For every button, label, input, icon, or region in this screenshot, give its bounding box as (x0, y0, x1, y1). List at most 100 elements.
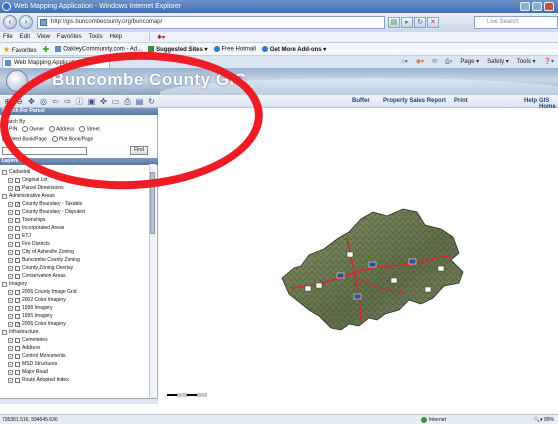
layer-item[interactable]: +1998 Imagery (2, 304, 148, 312)
expand-toggle-icon[interactable]: + (8, 185, 13, 191)
favorite-link-hotmail[interactable]: Free Hotmail (213, 45, 256, 52)
layer-item[interactable]: + Buncombe County Zoning (2, 256, 148, 264)
zoom-in-icon[interactable]: ⊕ (3, 97, 12, 106)
layer-item[interactable]: + County Boundary - Disputed (2, 208, 148, 216)
layer-checkbox[interactable] (15, 257, 20, 263)
mail-icon[interactable]: ✉ (432, 57, 437, 67)
layer-item[interactable]: +2002 Color Imagery (2, 296, 148, 304)
layer-checkbox[interactable]: ✓ (15, 321, 20, 327)
favorites-button[interactable]: ★ Favorites (3, 45, 37, 54)
expand-toggle-icon[interactable]: + (8, 369, 13, 375)
layer-checkbox[interactable] (15, 233, 20, 239)
layer-checkbox[interactable] (15, 297, 20, 303)
favorite-link-oakley[interactable]: OakleyCommunity.com - Ad... (55, 45, 142, 52)
layer-checkbox[interactable]: ✓ (15, 185, 20, 191)
expand-toggle-icon[interactable]: − (2, 329, 7, 335)
radio-deed-book[interactable]: Deed Book/Page (2, 136, 47, 142)
feeds-icon[interactable]: ◉▾ (416, 57, 424, 67)
layer-checkbox[interactable] (15, 209, 20, 215)
toolbar-addon-icon[interactable]: ✱▾ (157, 34, 165, 41)
scrollbar-thumb[interactable] (150, 172, 155, 234)
expand-toggle-icon[interactable]: + (8, 361, 13, 367)
compatibility-icon[interactable]: ▤ (388, 17, 400, 28)
layer-checkbox[interactable]: ✓ (15, 201, 20, 207)
layer-item[interactable]: + ✓ County Boundary - Taxable (2, 200, 148, 208)
layer-checkbox[interactable] (15, 225, 20, 231)
go-icon[interactable]: ▸ (401, 17, 413, 28)
back-button[interactable]: ‹ (3, 15, 17, 29)
page-menu[interactable]: Page ▾ (460, 57, 479, 67)
measure-icon[interactable]: ✜ (99, 97, 108, 106)
tab-web-mapping[interactable]: Web Mapping Application (2, 57, 110, 68)
next-extent-icon[interactable]: ⇨ (63, 97, 72, 106)
expand-toggle-icon[interactable]: + (8, 249, 13, 255)
layer-group[interactable]: − Imagery (2, 280, 148, 288)
menu-view[interactable]: View (37, 34, 50, 40)
layer-checkbox[interactable] (15, 361, 20, 367)
layer-checkbox[interactable] (15, 177, 20, 183)
expand-toggle-icon[interactable]: − (2, 169, 7, 175)
layer-checkbox[interactable] (15, 305, 20, 311)
stop-icon[interactable]: ✕ (427, 17, 439, 28)
expand-toggle-icon[interactable]: + (8, 305, 13, 311)
expand-toggle-icon[interactable]: + (8, 217, 13, 223)
radio-plat-book[interactable]: Plat Book/Page (51, 136, 93, 142)
print-link[interactable]: Print (454, 98, 468, 104)
refresh-map-icon[interactable]: ↻ (147, 97, 156, 106)
zoom-out-icon[interactable]: ⊖ (15, 97, 24, 106)
expand-toggle-icon[interactable]: + (8, 289, 13, 295)
menu-tools[interactable]: Tools (89, 34, 103, 40)
search-input[interactable] (2, 147, 87, 155)
previous-extent-icon[interactable]: ⇦ (51, 97, 60, 106)
address-bar[interactable]: http://gis.buncombecounty.org/buncomap/ (37, 16, 385, 29)
layer-item[interactable]: + Address (2, 344, 148, 352)
layer-item[interactable]: +2006 County Image Grid (2, 288, 148, 296)
radio-street[interactable]: Street (79, 126, 100, 132)
expand-toggle-icon[interactable]: + (8, 257, 13, 263)
layer-checkbox[interactable] (15, 289, 20, 295)
layer-group[interactable]: − Administrative Areas (2, 192, 148, 200)
layer-item[interactable]: + Conservation Areas (2, 272, 148, 280)
maximize-button[interactable] (532, 2, 542, 11)
panel-resize-bar[interactable] (0, 398, 158, 404)
close-button[interactable] (544, 2, 554, 11)
layer-item[interactable]: + Fire Districts (2, 240, 148, 248)
layer-item[interactable]: + ✓ 2006 Color Imagery (2, 320, 148, 328)
help-icon[interactable]: ❓▾ (544, 57, 554, 67)
identify-icon[interactable]: ⓘ (75, 97, 84, 106)
favorite-link-addons[interactable]: Get More Add-ons ▾ (261, 45, 326, 53)
clear-icon[interactable]: ▭ (111, 97, 120, 106)
select-icon[interactable]: ▣ (87, 97, 96, 106)
map-canvas[interactable] (159, 108, 558, 404)
expand-toggle-icon[interactable]: + (8, 321, 13, 327)
menu-file[interactable]: File (3, 34, 13, 40)
expand-toggle-icon[interactable]: + (8, 273, 13, 279)
expand-toggle-icon[interactable]: + (8, 209, 13, 215)
layer-checkbox[interactable] (15, 377, 20, 383)
layer-checkbox[interactable] (15, 313, 20, 319)
layer-checkbox[interactable] (15, 265, 20, 271)
layer-checkbox[interactable] (15, 353, 20, 359)
expand-toggle-icon[interactable]: + (8, 297, 13, 303)
radio-pin[interactable]: PIN (2, 126, 17, 132)
layer-item[interactable]: + Route Adopted Index (2, 376, 148, 384)
expand-toggle-icon[interactable]: − (2, 281, 7, 287)
export-icon[interactable]: ▤ (135, 97, 144, 106)
menu-help[interactable]: Help (110, 34, 122, 40)
full-extent-icon[interactable]: ◎ (39, 97, 48, 106)
print-icon[interactable]: ⎙▾ (445, 57, 452, 67)
layer-item[interactable]: + Control Monuments (2, 352, 148, 360)
radio-address[interactable]: Address (49, 126, 74, 132)
layer-group[interactable]: − Infrastructure (2, 328, 148, 336)
expand-toggle-icon[interactable]: − (2, 193, 7, 199)
layer-item[interactable]: + County Zoning Overlay (2, 264, 148, 272)
menu-favorites[interactable]: Favorites (57, 34, 82, 40)
tools-menu[interactable]: Tools ▾ (517, 57, 536, 67)
layer-item[interactable]: + Major Road (2, 368, 148, 376)
layer-checkbox[interactable] (15, 369, 20, 375)
favorite-link-suggested[interactable]: Suggested Sites ▾ (148, 45, 208, 53)
forward-button[interactable]: › (19, 15, 33, 29)
expand-toggle-icon[interactable]: + (8, 377, 13, 383)
buffer-link[interactable]: Buffer (352, 98, 370, 104)
layer-item[interactable]: + Townships (2, 216, 148, 224)
